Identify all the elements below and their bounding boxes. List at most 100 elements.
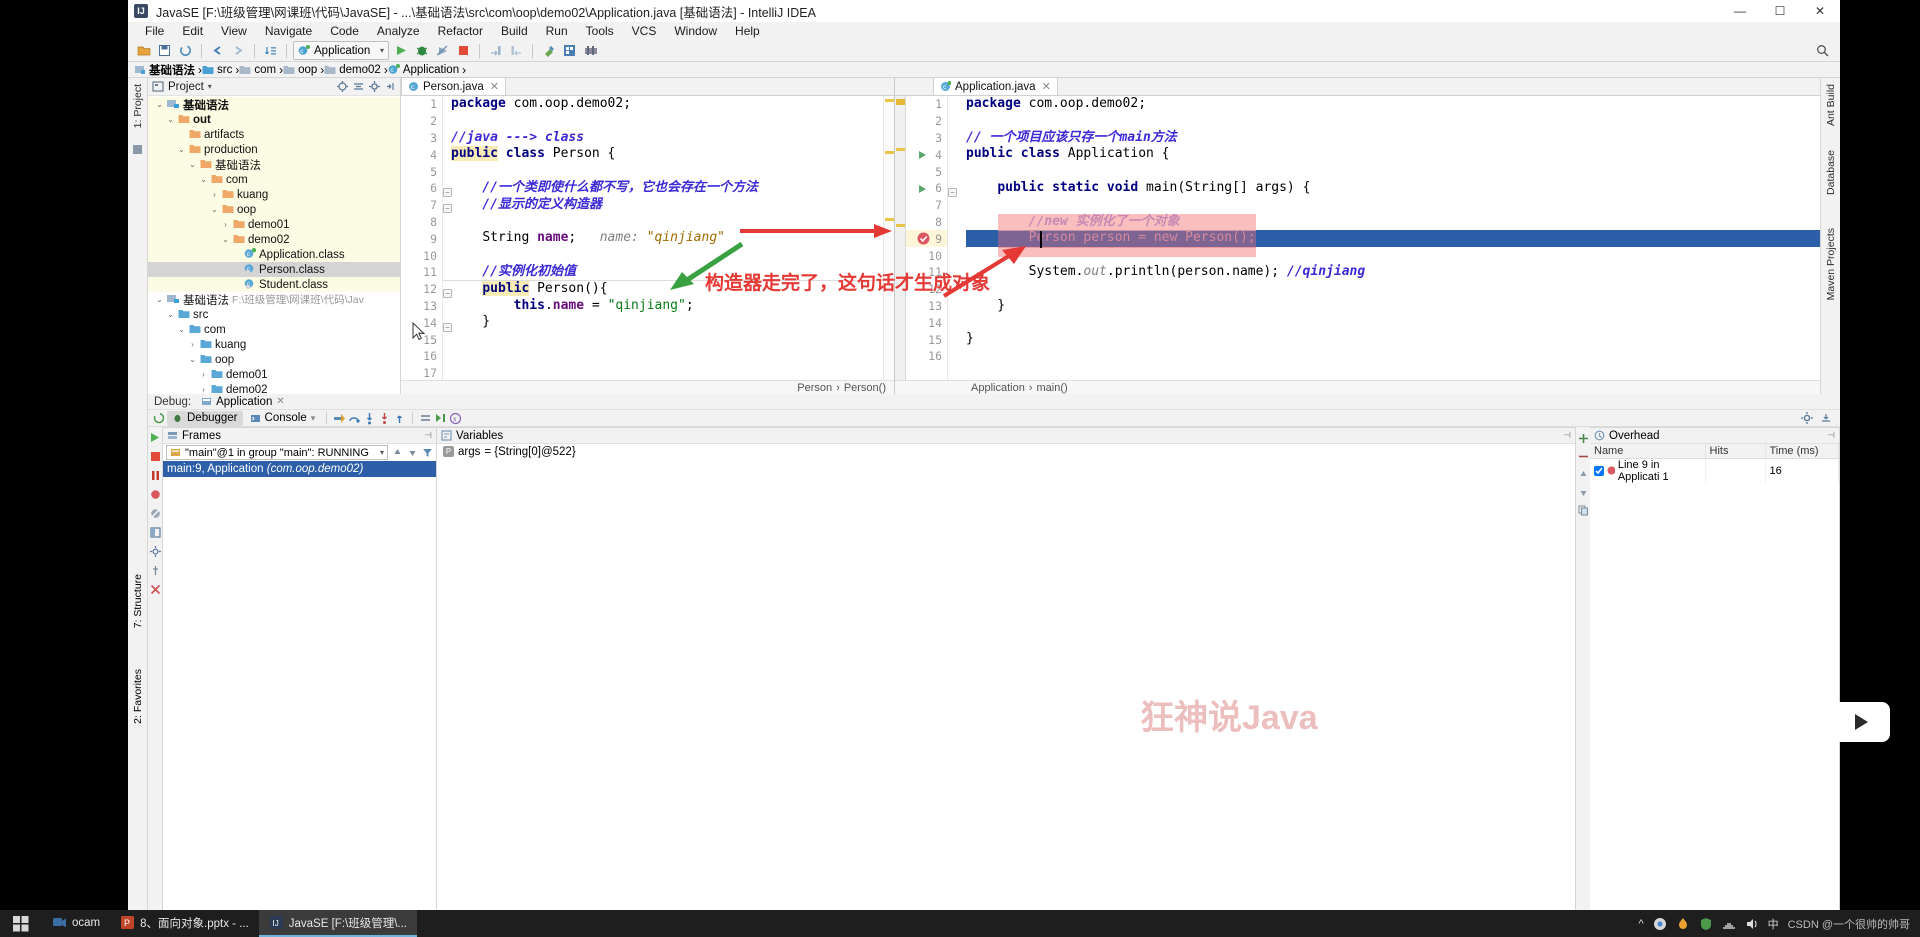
- maximize-button[interactable]: ☐: [1760, 0, 1800, 22]
- tab-debugger[interactable]: Debugger: [167, 410, 243, 426]
- project-tree[interactable]: ⌄ 基础语法 ⌄ out artifacts ⌄ production ⌄ 基础语法 ⌄ com › k…: [148, 96, 400, 394]
- thread-selector[interactable]: "main"@1 in group "main": RUNNING ▾: [166, 445, 388, 460]
- code-line-13[interactable]: }: [966, 298, 1820, 315]
- frames-pane-hide-icon[interactable]: ⊣: [424, 430, 432, 441]
- tree-node-Studentclass[interactable]: c Student.class: [148, 277, 400, 292]
- tree-node-Personclass[interactable]: c Person.class: [148, 262, 400, 277]
- menu-window[interactable]: Window: [665, 22, 726, 40]
- locate-icon[interactable]: [337, 81, 348, 92]
- gutter-line-3[interactable]: 3: [401, 130, 442, 147]
- gutter-line-14[interactable]: 14: [906, 314, 947, 331]
- close-button[interactable]: ✕: [1800, 0, 1840, 22]
- code-line-7[interactable]: //显示的定义构造器: [451, 197, 894, 214]
- status-crumb-left-1[interactable]: Person(): [844, 382, 886, 394]
- strip-favorites[interactable]: 2: Favorites: [132, 669, 144, 724]
- back-icon[interactable]: [208, 41, 227, 60]
- overhead-col-hits[interactable]: Hits: [1705, 444, 1766, 459]
- chrome-icon[interactable]: [1653, 917, 1667, 931]
- thread-chevron-down-icon[interactable]: ▾: [380, 448, 384, 457]
- gutter-line-8[interactable]: 8: [401, 214, 442, 231]
- debug-config-chip[interactable]: Application ✕: [197, 396, 289, 408]
- show-execution-point-icon[interactable]: [333, 412, 346, 425]
- step-out-icon[interactable]: [393, 412, 406, 425]
- volume-icon[interactable]: [1745, 917, 1759, 931]
- tree-expander-icon[interactable]: ⌄: [166, 310, 175, 319]
- tree-expander-icon[interactable]: ›: [199, 370, 208, 379]
- taskbar-item-ocam[interactable]: ocam: [42, 910, 110, 937]
- debug-icon[interactable]: [412, 41, 431, 60]
- code-line-13[interactable]: this.name = "qinjiang";: [451, 298, 894, 315]
- code-line-11[interactable]: System.out.println(person.name); //qinji…: [966, 264, 1820, 281]
- menu-refactor[interactable]: Refactor: [429, 22, 492, 40]
- stop-icon[interactable]: [454, 41, 473, 60]
- code-line-9[interactable]: Person person = new Person();: [966, 230, 1820, 248]
- tree-expander-icon[interactable]: ›: [221, 220, 230, 229]
- tree-node-[interactable]: ⌄ 基础语法: [148, 97, 400, 112]
- code-line-16[interactable]: [966, 348, 1820, 365]
- frames-down-icon[interactable]: [407, 447, 418, 458]
- code-line-6[interactable]: public static void main(String[] args) {: [966, 180, 1820, 197]
- frame-row-main[interactable]: main:9, Application (com.oop.demo02): [163, 461, 436, 477]
- step-into-icon[interactable]: [363, 412, 376, 425]
- breakpoint-icon[interactable]: [917, 232, 930, 248]
- tab-application-java[interactable]: c Application.java ✕: [933, 77, 1058, 95]
- save-all-icon[interactable]: [155, 41, 174, 60]
- menu-analyze[interactable]: Analyze: [368, 22, 429, 40]
- code-line-15[interactable]: [451, 331, 894, 348]
- code-line-14[interactable]: [966, 314, 1820, 331]
- tree-node-oop[interactable]: ⌄ oop: [148, 202, 400, 217]
- tab-close-icon-right[interactable]: ✕: [1042, 80, 1051, 93]
- watch-add-icon[interactable]: [1578, 433, 1589, 444]
- tray-expand-icon[interactable]: ^: [1638, 918, 1643, 930]
- code-line-14[interactable]: }: [451, 314, 894, 331]
- gutter-line-8[interactable]: 8: [906, 214, 947, 231]
- tree-expander-icon[interactable]: ⌄: [177, 325, 186, 334]
- tree-node-[interactable]: ⌄ 基础语法: [148, 157, 400, 172]
- code-line-17[interactable]: [451, 365, 894, 380]
- code-line-10[interactable]: [966, 247, 1820, 264]
- menu-view[interactable]: View: [212, 22, 256, 40]
- tree-expander-icon[interactable]: ›: [199, 385, 208, 394]
- forward-icon[interactable]: [229, 41, 248, 60]
- frames-up-icon[interactable]: [392, 447, 403, 458]
- gutter-line-4[interactable]: 4: [401, 146, 442, 163]
- code-line-8[interactable]: //new 实例化了一个对象: [966, 214, 1820, 231]
- rerun-debug-icon[interactable]: [152, 412, 165, 425]
- code-line-2[interactable]: [966, 113, 1820, 130]
- structure-strip-icon[interactable]: [132, 144, 143, 155]
- debug-layout-icon[interactable]: [149, 527, 161, 538]
- tree-expander-icon[interactable]: ⌄: [210, 205, 219, 214]
- shield-icon[interactable]: [1699, 917, 1713, 931]
- open-folder-icon[interactable]: [134, 41, 153, 60]
- tree-expander-icon[interactable]: ⌄: [177, 145, 186, 154]
- tree-node-demo02[interactable]: › demo02: [148, 382, 400, 395]
- gutter-line-6[interactable]: 6: [906, 180, 947, 197]
- debug-settings-icon[interactable]: [149, 546, 161, 557]
- start-button[interactable]: [0, 910, 42, 937]
- tree-node-Applicationclass[interactable]: c Application.class: [148, 247, 400, 262]
- gutter-line-5[interactable]: 5: [906, 163, 947, 180]
- watch-remove-icon[interactable]: [1578, 451, 1589, 462]
- project-structure-icon[interactable]: [560, 41, 579, 60]
- run-configuration-selector[interactable]: c Application ▾: [293, 41, 389, 60]
- tree-node-kuang[interactable]: › kuang: [148, 187, 400, 202]
- tree-expander-icon[interactable]: ⌄: [188, 355, 197, 364]
- code-line-3[interactable]: //java ---> class: [451, 130, 894, 147]
- tree-node-production[interactable]: ⌄ production: [148, 142, 400, 157]
- hide-panel-icon[interactable]: [385, 81, 396, 92]
- tree-node-src[interactable]: ⌄ src: [148, 307, 400, 322]
- mute-breakpoints-icon[interactable]: [150, 508, 161, 519]
- code-line-7[interactable]: [966, 197, 1820, 214]
- strip-maven-projects[interactable]: Maven Projects: [1825, 228, 1837, 300]
- debug-hide-icon[interactable]: [1819, 412, 1832, 425]
- watch-down-icon[interactable]: [1578, 487, 1589, 498]
- search-everywhere-icon[interactable]: [1813, 41, 1832, 60]
- menu-edit[interactable]: Edit: [173, 22, 212, 40]
- code-line-15[interactable]: }: [966, 331, 1820, 348]
- network-icon[interactable]: [1722, 917, 1736, 931]
- project-view-chevron-icon[interactable]: ▾: [208, 82, 212, 91]
- gutter-line-1[interactable]: 1: [906, 96, 947, 113]
- status-crumb-right-0[interactable]: Application: [971, 382, 1025, 394]
- tree-expander-icon[interactable]: ⌄: [155, 100, 164, 109]
- tree-expander-icon[interactable]: ⌄: [155, 295, 164, 304]
